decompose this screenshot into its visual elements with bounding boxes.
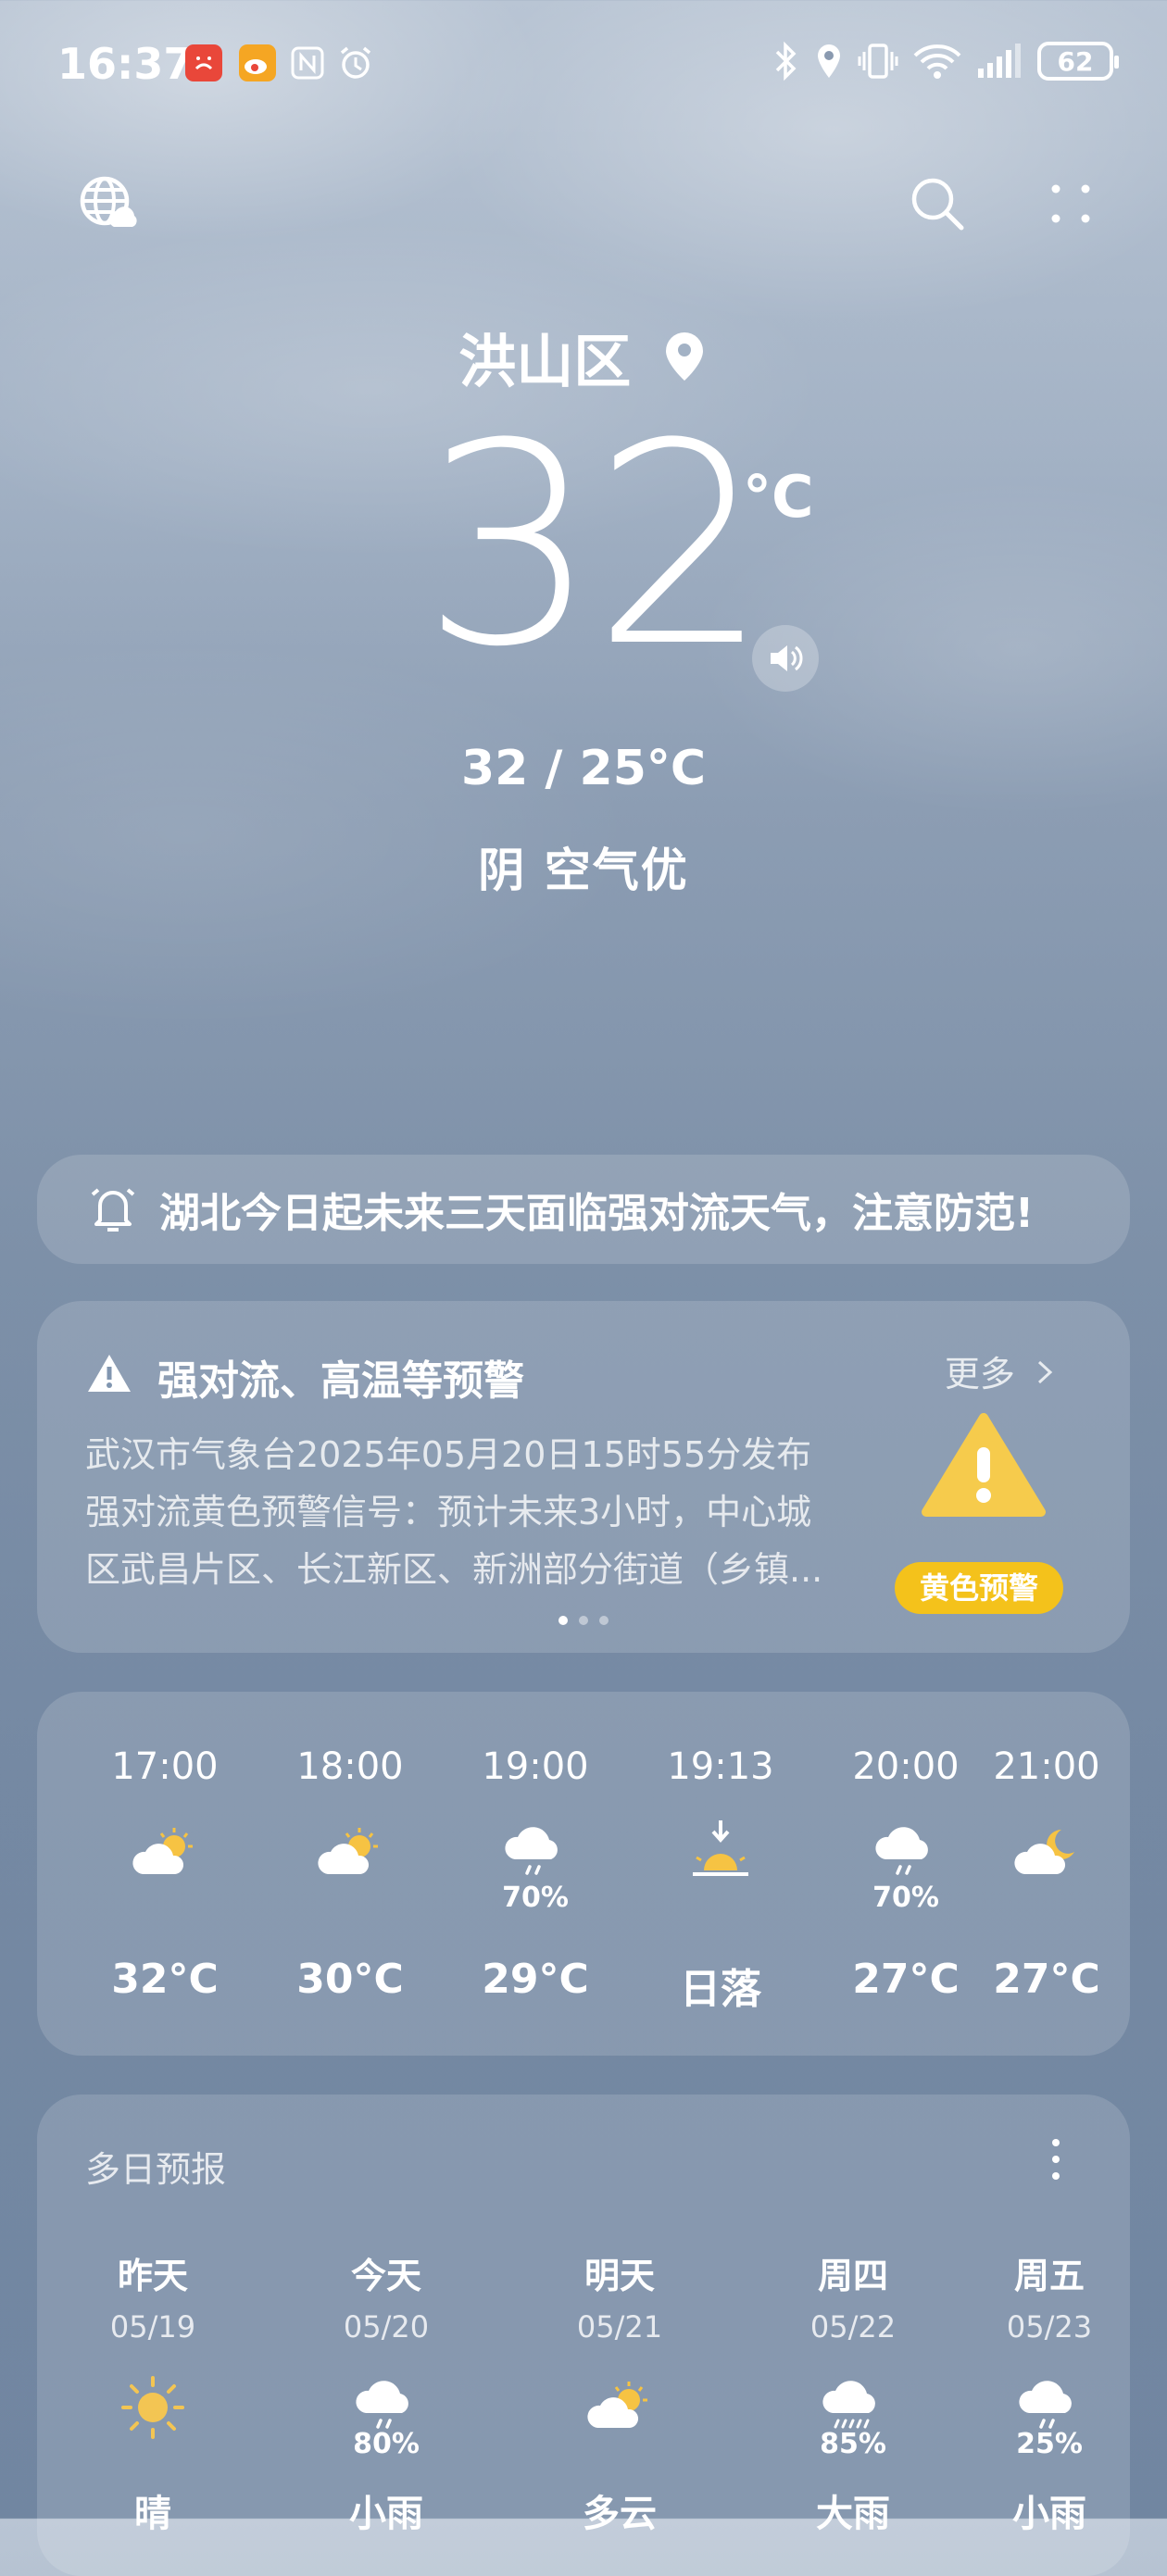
day-weather: 晴 [134,2493,171,2535]
rain-cloud-icon [505,1827,558,1875]
day-date: 05/23 [1006,2309,1093,2345]
warning-line: 武汉市气象台2025年05月20日15时55分发布 [85,1434,812,1475]
speaker-button[interactable] [752,625,819,692]
day-weather: 小雨 [349,2493,423,2535]
page-dot [558,1616,568,1625]
hour-temp: 30°C [296,1956,404,2003]
daily-title: 多日预报 [85,2149,227,2190]
current-temperature: 32 [421,384,770,707]
condition-text: 阴 空气优 [478,844,689,897]
search-icon[interactable] [900,167,974,241]
hour-temp: 27°C [993,1956,1100,2003]
temp-range: 32 / 25°C [460,741,707,796]
notice-text: 湖北今日起未来三天面临强对流天气，注意防范! [159,1190,1035,1237]
hour-time: 19:00 [482,1745,589,1788]
day-name: 昨天 [117,2256,188,2296]
day-precip: 85% [820,2428,886,2460]
hourly-forecast[interactable]: 17:00 32°C 18:00 30°C 19:00 70% 29°C 19:… [37,1692,1130,2056]
day-date: 05/19 [109,2309,196,2345]
weather-notice[interactable]: 湖北今日起未来三天面临强对流天气，注意防范! [37,1155,1130,1264]
rain-cloud-icon [875,1827,928,1875]
warning-body: 武汉市气象台2025年05月20日15时55分发布 强对流黄色预警信号：预计未来… [85,1426,882,1598]
hour-temp: 日落 [680,1966,761,2013]
day-name: 明天 [584,2256,655,2296]
current-unit: °C [743,463,814,531]
page-indicator [37,1616,1130,1625]
bell-icon [91,1188,135,1232]
daily-forecast[interactable]: 多日预报 昨天 05/19 晴 今天 05/20 80% 小雨 明天 05/21… [37,2095,1130,2576]
warning-line: 强对流黄色预警信号：预计未来3小时，中心城 [85,1492,812,1532]
signal-icon [978,44,1021,78]
status-icons: 62 [772,41,1119,81]
alarm-icon [337,44,374,81]
day-name: 周五 [1013,2256,1085,2296]
day-precip: 80% [353,2428,420,2460]
sun-cloud-icon [587,2382,647,2428]
warning-triangle-icon [88,1355,131,1392]
more-dots-icon[interactable] [1034,167,1108,241]
warning-card[interactable]: 强对流、高温等预警 更多 武汉市气象台2025年05月20日15时55分发布 强… [37,1301,1130,1653]
day-weather: 大雨 [816,2493,890,2535]
vibrate-icon [858,44,898,79]
hour-precip: 70% [872,1882,939,1914]
warning-line: 区武昌片区、长江新区、新洲部分街道（乡镇... [85,1549,823,1590]
warning-more-link[interactable]: 更多 [945,1345,1056,1396]
warning-more-label: 更多 [944,1354,1015,1394]
day-weather: 小雨 [1012,2493,1086,2535]
sun-cloud-icon [132,1828,193,1874]
page-dot [579,1616,588,1625]
day-precip: 25% [1016,2428,1083,2460]
hour-time: 17:00 [111,1745,219,1788]
yellow-warning-icon [922,1413,1046,1517]
app-red-icon [185,44,222,81]
day-date: 05/22 [809,2309,897,2345]
warning-level-badge: 黄色预警 [895,1562,1063,1614]
sun-cloud-icon [318,1828,378,1874]
day-name: 今天 [350,2256,421,2296]
warning-title: 强对流、高温等预警 [157,1357,524,1405]
hour-time: 18:00 [296,1745,404,1788]
weibo-icon [239,44,276,81]
page-dot [599,1616,609,1625]
moon-cloud-icon [1014,1830,1074,1874]
wifi-icon [913,44,961,79]
day-date: 05/20 [343,2309,430,2345]
daily-more-icon[interactable] [1028,2132,1084,2187]
globe-cloud-icon[interactable] [70,167,144,241]
location-icon [818,44,840,78]
hour-temp: 32°C [111,1956,219,2003]
hour-precip: 70% [502,1882,569,1914]
status-time: 16:37 [57,39,194,89]
day-name: 周四 [817,2256,888,2296]
battery-icon: 62 [1037,42,1119,81]
sun-icon [121,2376,184,2439]
speaker-icon [771,645,803,671]
hour-time: 19:13 [667,1745,774,1788]
status-bar: 16:37 62 [0,0,1167,130]
location-pin-icon [665,332,703,381]
nfc-icon [289,44,326,81]
day-weather: 多云 [583,2493,657,2535]
chevron-right-icon [1037,1360,1053,1384]
bluetooth-icon [775,41,797,81]
hour-temp: 29°C [482,1956,589,2003]
day-date: 05/21 [576,2309,663,2345]
hour-time: 21:00 [993,1745,1100,1788]
sunset-icon [693,1820,748,1876]
